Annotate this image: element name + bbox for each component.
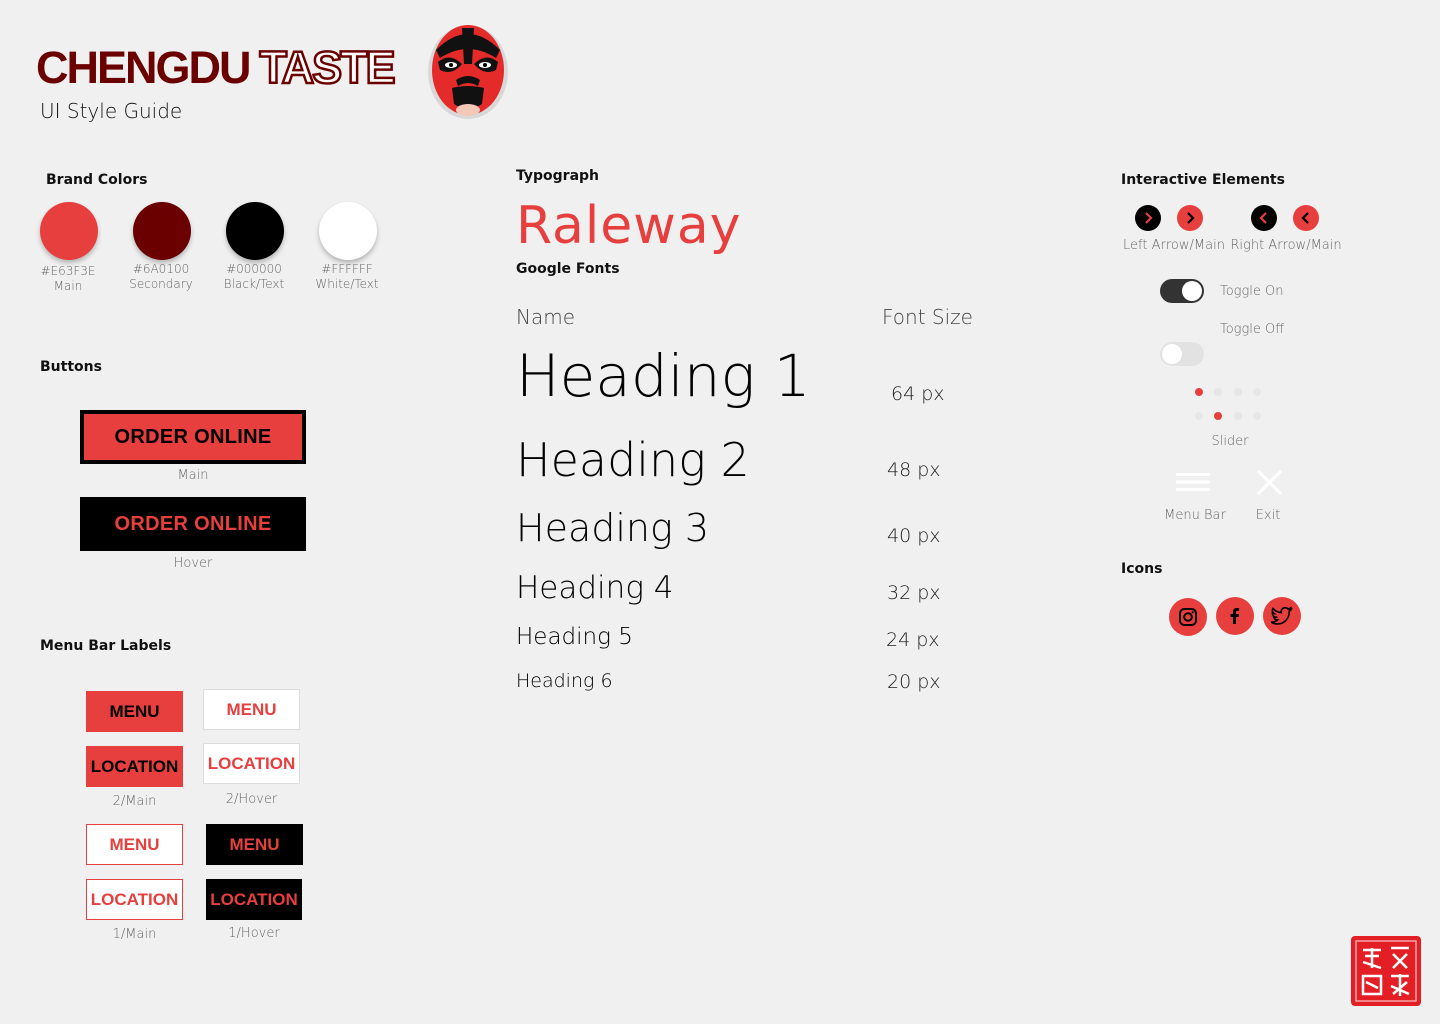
location-label-2-main[interactable]: LOCATION xyxy=(86,746,183,787)
menu-label-1-main[interactable]: MENU xyxy=(86,824,183,865)
slider-caption: Slider xyxy=(1211,434,1249,449)
swatch-black xyxy=(226,202,284,260)
heading-5-size: 24 px xyxy=(886,629,940,651)
swatch-white-label: #FFFFFF White/Text xyxy=(315,262,379,291)
heading-3-size: 40 px xyxy=(887,525,941,547)
right-arrow-caption: Right Arrow/Main xyxy=(1230,238,1342,253)
heading-1-size: 64 px xyxy=(891,383,945,405)
location-label-2-hover[interactable]: LOCATION xyxy=(203,743,300,784)
menu-label-caption-1-main: 1/Main xyxy=(112,927,157,942)
brand-logo: CHENGDU TASTE xyxy=(36,40,397,96)
slider-dot[interactable] xyxy=(1253,412,1261,420)
hamburger-menu-icon[interactable] xyxy=(1176,472,1210,492)
order-online-button-main[interactable]: ORDER ONLINE xyxy=(80,410,306,464)
toggle-off-switch[interactable] xyxy=(1160,342,1204,366)
slider-dot[interactable] xyxy=(1214,412,1222,420)
opera-mask-logo-icon xyxy=(428,25,508,119)
heading-2-size: 48 px xyxy=(887,459,941,481)
typography-title: Typograph xyxy=(516,168,600,184)
slider-dot[interactable] xyxy=(1195,388,1203,396)
left-arrow-red-icon[interactable] xyxy=(1293,205,1319,231)
swatch-black-label: #000000 Black/Text xyxy=(223,262,285,291)
button-main-caption: Main xyxy=(177,468,209,483)
page-subtitle: UI Style Guide xyxy=(40,99,183,123)
right-arrow-red-icon[interactable] xyxy=(1177,205,1203,231)
swatch-main-label: #E63F3E Main xyxy=(40,264,96,293)
location-label-1-main[interactable]: LOCATION xyxy=(86,879,183,920)
left-arrow-caption: Left Arrow/Main xyxy=(1123,238,1225,253)
brand-name-part1: CHENGDU xyxy=(36,42,252,93)
toggle-on-label: Toggle On xyxy=(1220,284,1284,299)
heading-4-size: 32 px xyxy=(887,582,941,604)
location-label-1-hover[interactable]: LOCATION xyxy=(206,879,302,920)
menu-bar-caption: Menu Bar xyxy=(1164,508,1226,523)
type-col-name: Name xyxy=(516,305,576,329)
slider-dot[interactable] xyxy=(1195,412,1203,420)
button-hover-caption: Hover xyxy=(173,556,213,571)
left-arrow-black-icon[interactable] xyxy=(1251,205,1277,231)
seal-stamp-icon xyxy=(1351,936,1421,1006)
heading-5-sample: Heading 5 xyxy=(516,624,633,650)
menu-labels-title: Menu Bar Labels xyxy=(40,638,172,654)
heading-2-sample: Heading 2 xyxy=(516,433,750,487)
icons-title: Icons xyxy=(1121,561,1163,577)
twitter-icon[interactable] xyxy=(1263,597,1301,635)
toggle-knob xyxy=(1162,344,1182,364)
slider-dot[interactable] xyxy=(1234,412,1242,420)
swatch-secondary-label: #6A0100 Secondary xyxy=(129,262,193,291)
toggle-on-switch[interactable] xyxy=(1160,279,1204,303)
slider-dot[interactable] xyxy=(1214,388,1222,396)
heading-3-sample: Heading 3 xyxy=(516,506,710,550)
font-source-label: Google Fonts xyxy=(516,261,620,277)
slider-dot[interactable] xyxy=(1253,388,1261,396)
facebook-icon[interactable] xyxy=(1216,597,1254,635)
font-name-sample: Raleway xyxy=(516,196,742,256)
toggle-off-label: Toggle Off xyxy=(1220,322,1285,337)
menu-label-1-hover[interactable]: MENU xyxy=(206,824,303,865)
type-col-size: Font Size xyxy=(882,305,973,329)
exit-caption: Exit xyxy=(1255,508,1281,523)
menu-label-caption-1-hover: 1/Hover xyxy=(228,926,280,941)
menu-label-caption-2-hover: 2/Hover xyxy=(225,792,278,807)
heading-6-size: 20 px xyxy=(887,671,941,693)
heading-6-sample: Heading 6 xyxy=(516,670,613,692)
swatch-secondary xyxy=(133,202,191,260)
swatch-main xyxy=(40,202,98,260)
order-online-button-hover[interactable]: ORDER ONLINE xyxy=(80,497,306,551)
close-icon[interactable] xyxy=(1256,469,1283,496)
interactive-title: Interactive Elements xyxy=(1121,172,1285,188)
brand-colors-title: Brand Colors xyxy=(46,172,148,188)
heading-1-sample: Heading 1 xyxy=(516,342,811,410)
brand-name-part2: TASTE xyxy=(258,41,397,95)
menu-label-caption-2-main: 2/Main xyxy=(112,794,157,809)
right-arrow-black-icon[interactable] xyxy=(1135,205,1161,231)
menu-label-2-hover[interactable]: MENU xyxy=(203,689,300,730)
buttons-title: Buttons xyxy=(40,359,102,375)
slider-dot[interactable] xyxy=(1234,388,1242,396)
swatch-white xyxy=(319,202,377,260)
heading-4-sample: Heading 4 xyxy=(516,570,674,606)
menu-label-2-main[interactable]: MENU xyxy=(86,691,183,732)
instagram-icon[interactable] xyxy=(1169,598,1207,636)
toggle-knob xyxy=(1182,281,1202,301)
